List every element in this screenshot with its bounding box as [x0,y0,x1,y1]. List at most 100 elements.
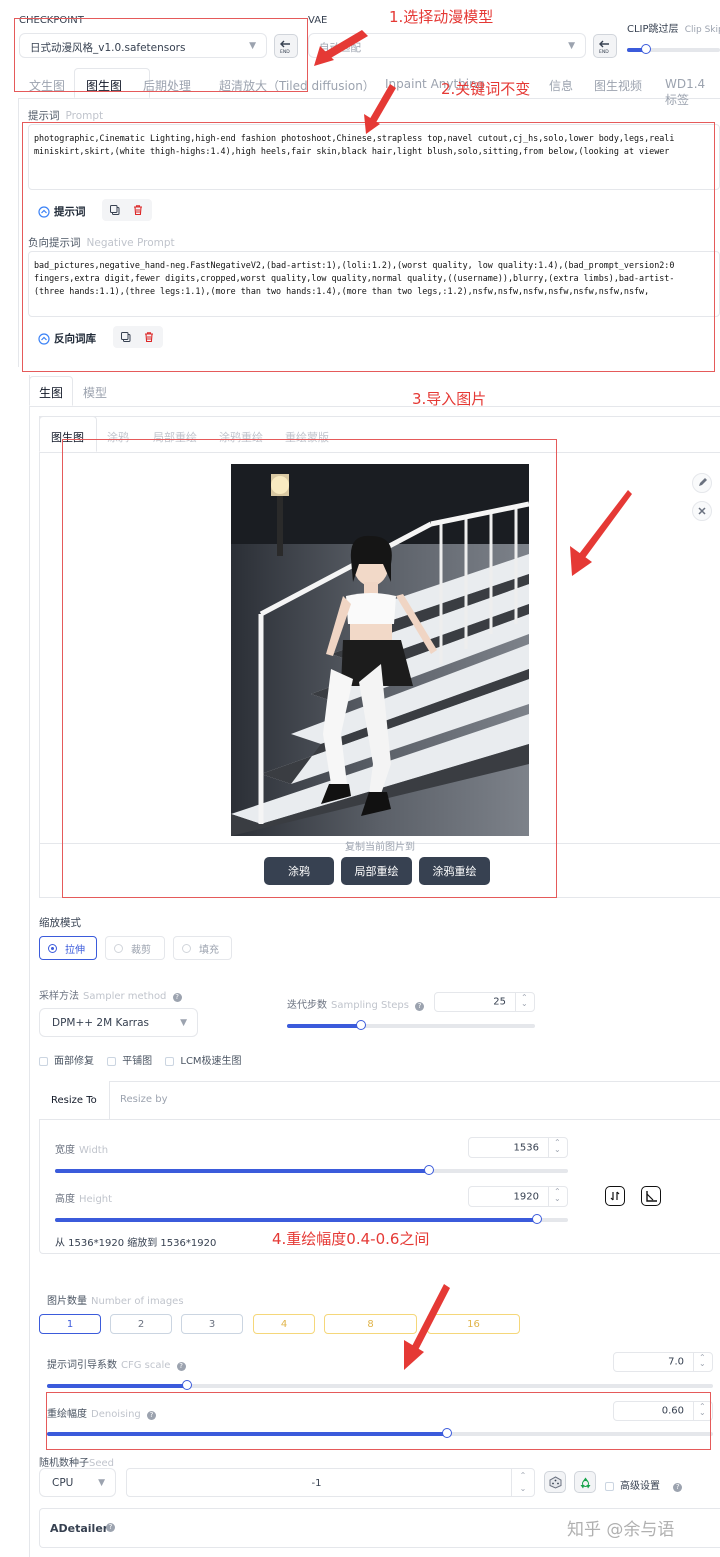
width-spinner[interactable] [548,1138,567,1157]
steps-slider[interactable] [287,1020,535,1030]
annotation-step-1: 1.选择动漫模型 [389,8,494,26]
sampler-select[interactable]: DPM++ 2M Karras ▼ [39,1008,198,1037]
help-icon[interactable]: ? [106,1523,115,1532]
cfg-knob[interactable] [181,1380,192,1390]
batch-option-3[interactable]: 3 [181,1314,243,1334]
width-input[interactable]: 1536 [468,1137,568,1158]
height-slider[interactable] [55,1214,568,1224]
batch-label-en: Number of images [91,1296,184,1307]
advanced-checkbox[interactable]: 高级设置 ? [605,1477,683,1492]
tab-img2video[interactable]: 图生视频 [594,77,642,94]
clip-skip-slider[interactable] [627,44,720,54]
prompt-label: 提示词 Prompt [28,108,103,123]
chevron-down-icon: ▼ [98,1477,105,1488]
clip-skip-knob[interactable] [641,44,651,54]
radio-icon [182,943,191,953]
sampler-label-en: Sampler method [83,991,167,1002]
steps-input[interactable]: 25 [434,992,535,1012]
height-label-cn: 高度 [55,1194,75,1205]
cfg-fill [47,1384,187,1388]
batch-option-4[interactable]: 4 [253,1314,315,1334]
chevron-down-icon: ▼ [568,40,575,51]
batch-label: 图片数量 Number of images [47,1292,184,1307]
edit-icon[interactable] [692,473,712,493]
steps-fill [287,1024,362,1028]
arrow-image-icon [570,490,632,576]
cfg-value: 7.0 [668,1356,684,1368]
face-restore-checkbox[interactable]: 面部修复 [39,1056,94,1067]
checkbox-icon [165,1056,175,1066]
arrow-prompt-icon [364,84,396,134]
annotation-box-denoise [46,1392,711,1450]
width-label-cn: 宽度 [55,1145,75,1156]
batch-option-2[interactable]: 2 [110,1314,172,1334]
tiling-checkbox[interactable]: 平铺图 [107,1056,152,1067]
tab-resize-to[interactable]: Resize To [51,1095,97,1106]
refresh-vae-button[interactable]: END [593,34,617,58]
cfg-input[interactable]: 7.0 [613,1352,713,1372]
batch-option-1[interactable]: 1 [39,1314,101,1334]
clip-skip-title: CLIP跳过层 [627,24,679,35]
width-value: 1536 [513,1142,539,1153]
cfg-label-cn: 提示词引导系数 [47,1360,117,1371]
seed-input[interactable]: -1 ⌃ ⌄ [126,1468,535,1497]
seed-label: 随机数种子Seed [39,1454,114,1469]
advanced-label: 高级设置 [620,1481,660,1492]
resize-note: 从 1536*1920 缩放到 1536*1920 [55,1238,217,1249]
width-slider[interactable] [55,1165,568,1175]
help-icon[interactable]: ? [415,1002,425,1011]
batch-label-cn: 图片数量 [47,1296,87,1307]
clip-skip-sub: Clip Skip [684,25,720,35]
lcm-label: LCM极速生图 [180,1056,242,1067]
height-label-en: Height [79,1194,113,1205]
checkbox-icon [107,1056,117,1066]
resize-option-stretch[interactable]: 拉伸 [39,936,97,960]
annotation-step-4: 4.重绘幅度0.4-0.6之间 [272,1230,430,1248]
annotation-box-prompt [22,122,715,372]
steps-value: 25 [493,996,506,1008]
lcm-checkbox[interactable]: LCM极速生图 [165,1056,242,1067]
steps-spinner[interactable] [515,993,534,1011]
height-input[interactable]: 1920 [468,1186,568,1207]
tab-resize-by[interactable]: Resize by [120,1094,168,1105]
tiling-label: 平铺图 [122,1056,153,1067]
chevron-down-icon: ▼ [180,1017,187,1028]
aspect-ratio-button[interactable] [641,1186,661,1206]
cfg-label-en: CFG scale [121,1360,171,1371]
seed-device-value: CPU [52,1477,74,1489]
height-spinner[interactable] [548,1187,567,1206]
watermark: 知乎 @余与语 [567,1520,675,1540]
cfg-spinner[interactable] [693,1353,712,1371]
swap-dimensions-button[interactable] [605,1186,625,1206]
height-label: 高度 Height [55,1190,112,1205]
annotation-step-3: 3.导入图片 [412,390,487,408]
arrow-model-icon [314,30,368,66]
arrow-denoise-icon [404,1284,450,1370]
tab-info[interactable]: 信息 [549,77,573,94]
checkbox-icon [39,1056,48,1066]
help-icon[interactable]: ? [172,993,182,1002]
prompt-label-cn: 提示词 [28,110,60,122]
seed-device-select[interactable]: CPU ▼ [39,1468,116,1497]
annotation-step-2: 2.关键词不变 [441,80,531,98]
random-seed-button[interactable] [544,1471,566,1493]
face-restore-label: 面部修复 [54,1056,94,1067]
annotation-box-model [14,18,308,92]
tab-model[interactable]: 模型 [83,384,107,401]
radio-icon [114,943,123,953]
help-icon[interactable]: ? [673,1483,683,1492]
help-icon[interactable]: ? [176,1362,186,1371]
cfg-slider[interactable] [47,1380,713,1390]
close-icon[interactable] [692,501,712,521]
svg-text:END: END [599,49,609,54]
seed-spinner[interactable]: ⌃ ⌄ [511,1469,534,1496]
resize-mode-label: 缩放模式 [39,917,81,929]
steps-label: 迭代步数 Sampling Steps ? [287,996,425,1011]
tab-generate[interactable]: 生图 [39,384,63,401]
resize-option-fill[interactable]: 填充 [173,936,232,960]
clip-skip-label: CLIP跳过层 Clip Skip [627,20,720,35]
reuse-seed-button[interactable] [574,1471,596,1493]
height-fill [55,1218,538,1222]
seed-value: -1 [311,1478,322,1489]
resize-option-crop[interactable]: 裁剪 [105,936,165,960]
